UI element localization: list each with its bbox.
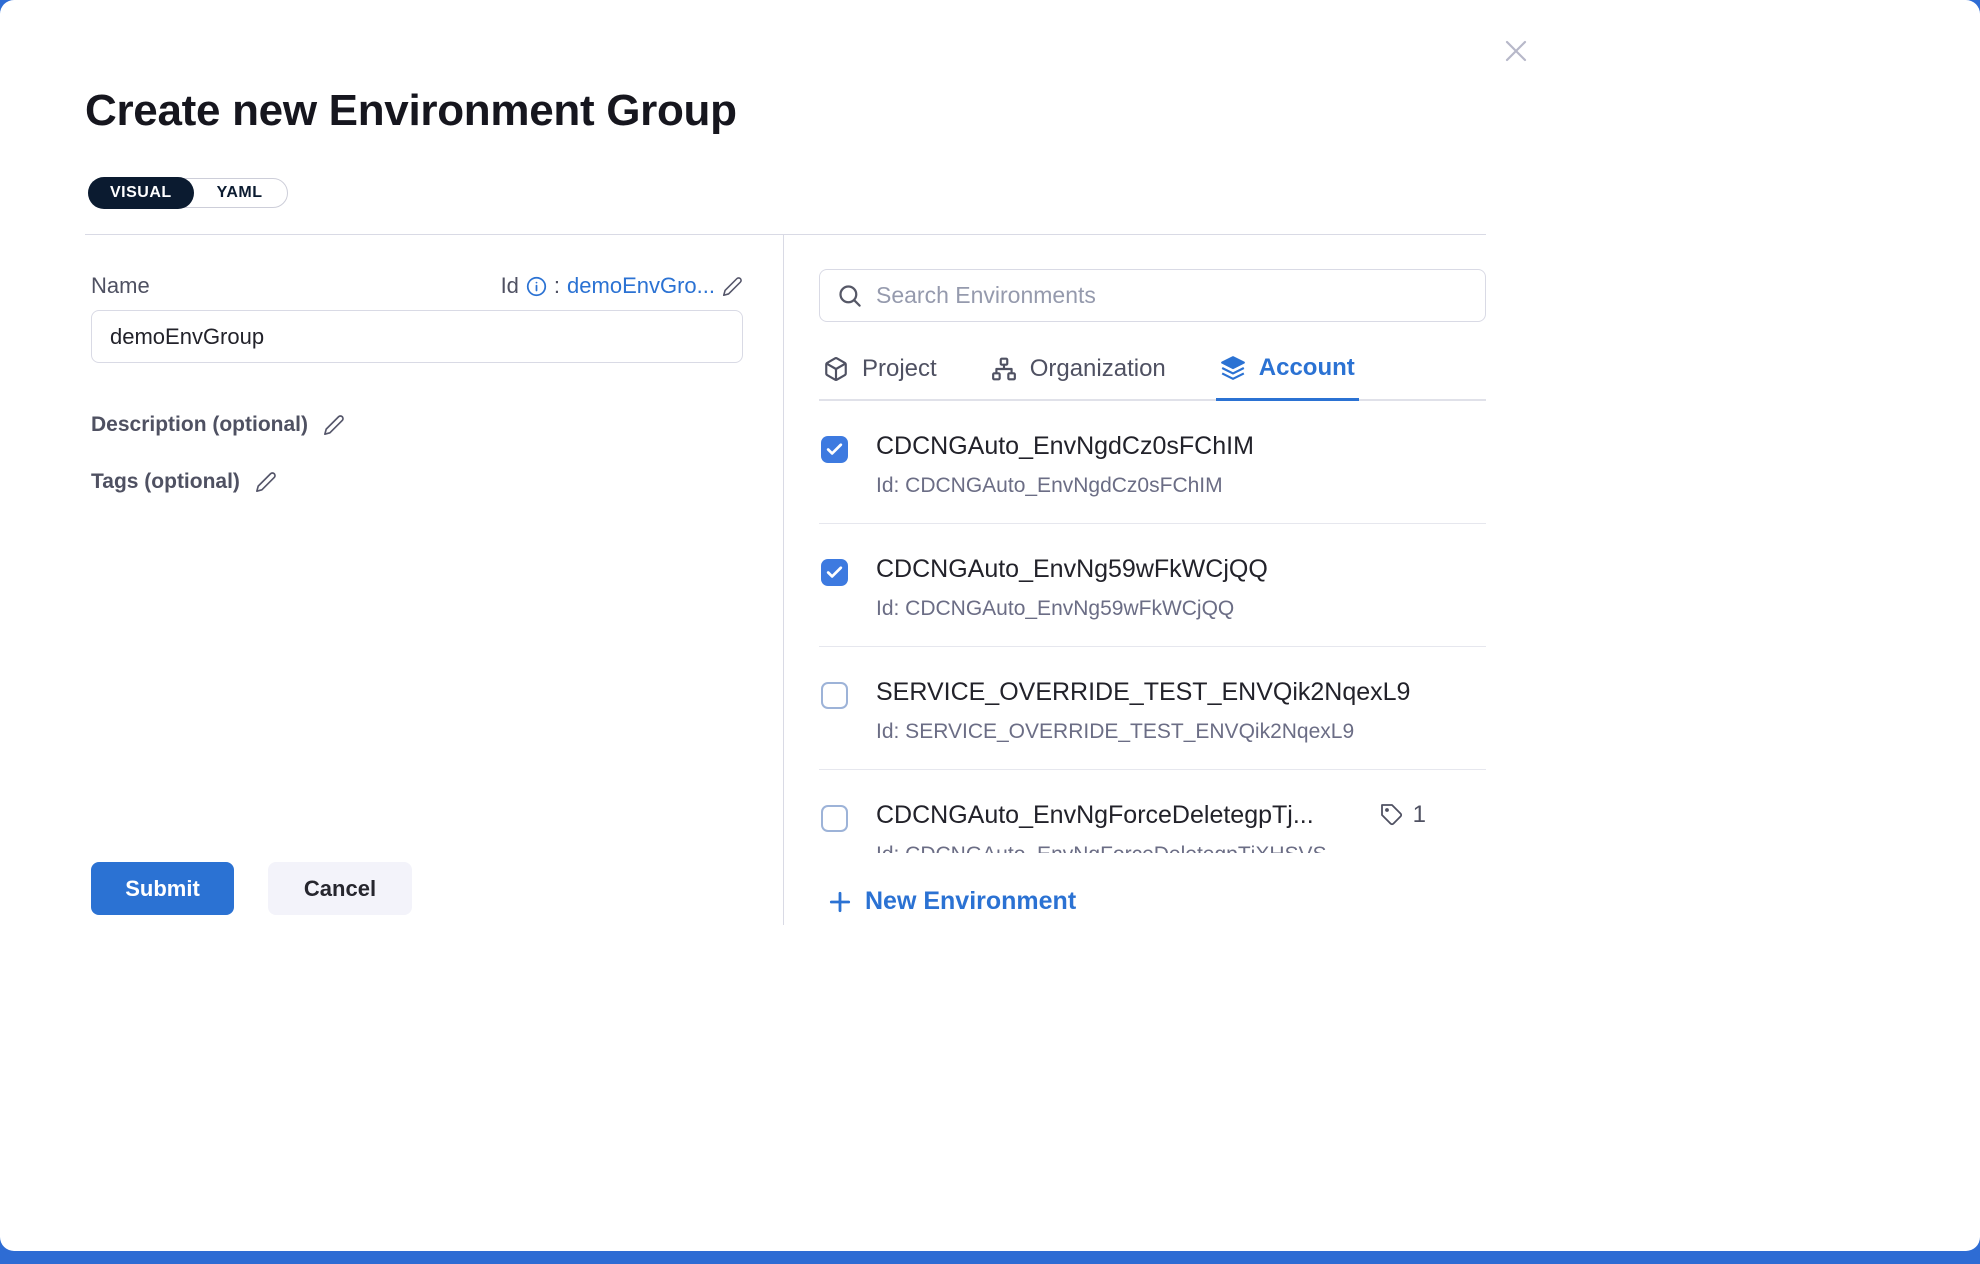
- info-icon[interactable]: [526, 276, 547, 297]
- submit-button[interactable]: Submit: [91, 862, 234, 915]
- edit-id-pencil-icon[interactable]: [722, 276, 743, 297]
- id-value-link[interactable]: demoEnvGro...: [567, 273, 715, 299]
- plus-icon: [827, 889, 853, 915]
- form-panel: Name Id : demoEnvGro...: [85, 235, 783, 925]
- env-id: Id: CDCNGAuto_EnvNg59wFkWCjQQ: [876, 596, 1486, 622]
- tab-account[interactable]: Account: [1216, 342, 1359, 401]
- id-separator: :: [554, 273, 560, 299]
- env-name: CDCNGAuto_EnvNgdCz0sFChIM: [876, 431, 1254, 461]
- search-environments-input[interactable]: [876, 282, 1469, 309]
- name-label: Name: [91, 273, 150, 299]
- tags-label: Tags (optional): [91, 470, 240, 494]
- tab-organization[interactable]: Organization: [987, 342, 1170, 399]
- org-hierarchy-icon: [991, 356, 1017, 382]
- tab-visual[interactable]: VISUAL: [88, 177, 194, 209]
- checkbox-checked-icon[interactable]: [821, 559, 848, 586]
- create-env-group-modal: Create new Environment Group VISUAL YAML…: [0, 0, 1980, 1251]
- edit-description-pencil-icon[interactable]: [323, 414, 345, 436]
- environment-list: CDCNGAuto_EnvNgdCz0sFChIM Id: CDCNGAuto_E…: [819, 401, 1486, 853]
- checkbox-unchecked-icon[interactable]: [821, 682, 848, 709]
- checkbox-unchecked-icon[interactable]: [821, 805, 848, 832]
- edit-tags-pencil-icon[interactable]: [255, 471, 277, 493]
- close-icon[interactable]: [1498, 33, 1534, 69]
- env-list-item[interactable]: CDCNGAuto_EnvNg59wFkWCjQQ Id: CDCNGAuto_E…: [819, 524, 1486, 647]
- tab-organization-label: Organization: [1030, 355, 1166, 383]
- scope-tabs: Project Organization: [819, 342, 1486, 401]
- tag-count-badge: 1: [1380, 801, 1426, 829]
- tab-project-label: Project: [862, 355, 937, 383]
- env-id: Id: CDCNGAuto_EnvNgForceDeletegpTjXHSVS: [876, 842, 1486, 853]
- id-label: Id: [501, 273, 519, 299]
- tab-project[interactable]: Project: [819, 342, 941, 399]
- entity-id-row: Id : demoEnvGro...: [501, 273, 743, 299]
- env-id: Id: CDCNGAuto_EnvNgdCz0sFChIM: [876, 473, 1486, 499]
- tab-yaml[interactable]: YAML: [193, 178, 287, 208]
- env-list-item[interactable]: SERVICE_OVERRIDE_TEST_ENVQik2NqexL9 Id: S…: [819, 647, 1486, 770]
- environment-picker-panel: Project Organization: [784, 235, 1486, 925]
- env-name: SERVICE_OVERRIDE_TEST_ENVQik2NqexL9: [876, 677, 1410, 707]
- new-environment-button[interactable]: New Environment: [819, 887, 1076, 916]
- tag-count: 1: [1413, 801, 1426, 829]
- env-list-item[interactable]: CDCNGAuto_EnvNgdCz0sFChIM Id: CDCNGAuto_E…: [819, 401, 1486, 524]
- new-environment-label: New Environment: [865, 887, 1076, 916]
- search-icon: [836, 282, 863, 309]
- visual-yaml-toggle: VISUAL YAML: [88, 178, 288, 208]
- env-name: CDCNGAuto_EnvNgForceDeletegpTj...: [876, 800, 1314, 830]
- checkbox-checked-icon[interactable]: [821, 436, 848, 463]
- env-name: CDCNGAuto_EnvNg59wFkWCjQQ: [876, 554, 1268, 584]
- layers-icon: [1220, 355, 1246, 381]
- env-id: Id: SERVICE_OVERRIDE_TEST_ENVQik2NqexL9: [876, 719, 1486, 745]
- env-list-item[interactable]: CDCNGAuto_EnvNgForceDeletegpTj... 1 Id: CD…: [819, 770, 1486, 853]
- cancel-button[interactable]: Cancel: [268, 862, 412, 915]
- search-box: [819, 269, 1486, 322]
- name-input[interactable]: [91, 310, 743, 363]
- tab-account-label: Account: [1259, 354, 1355, 382]
- description-label: Description (optional): [91, 413, 308, 437]
- cube-icon: [823, 356, 849, 382]
- page-title: Create new Environment Group: [85, 86, 1980, 136]
